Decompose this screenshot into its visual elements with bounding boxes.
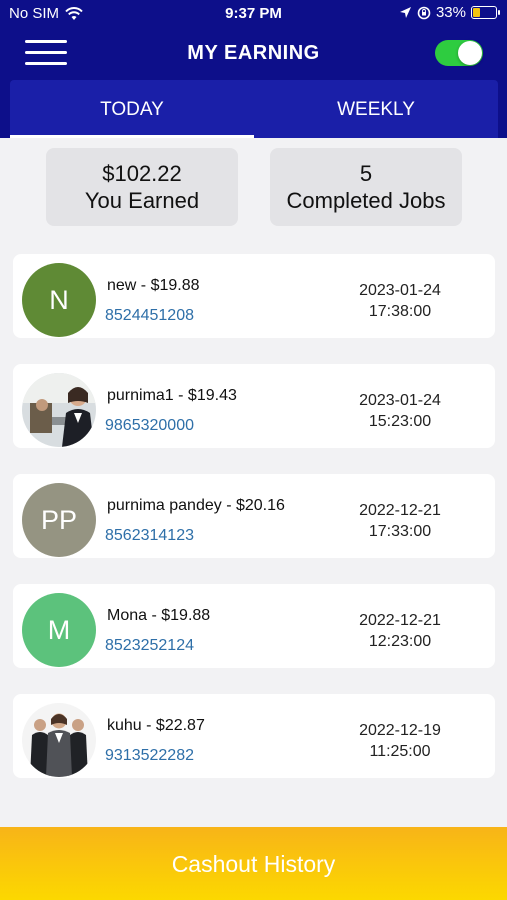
phone-link[interactable]: 8524451208 — [105, 307, 194, 325]
avatar: N — [22, 263, 96, 337]
job-card[interactable]: PP purnima pandey - $20.16 8562314123 20… — [13, 474, 495, 558]
job-title: Mona - $19.88 — [107, 607, 211, 624]
battery-percent: 33% — [435, 4, 466, 21]
phone-link[interactable]: 8562314123 — [105, 527, 194, 545]
job-title: purnima pandey - $20.16 — [107, 497, 285, 514]
phone-link[interactable]: 8523252124 — [105, 637, 194, 655]
job-card[interactable]: M Mona - $19.88 8523252124 2022-12-21 12:… — [13, 584, 495, 668]
status-bar: No SIM 9:37 PM 33% — [0, 0, 507, 28]
job-title: kuhu - $22.87 — [107, 717, 205, 734]
tab-today[interactable]: TODAY — [10, 80, 254, 138]
jobs-list: N new - $19.88 8524451208 2023-01-24 17:3… — [13, 254, 495, 804]
earnings-summary: $102.22 You Earned 5 Completed Jobs — [0, 148, 507, 228]
job-datetime: 2023-01-24 15:23:00 — [359, 392, 441, 430]
phone-link[interactable]: 9865320000 — [105, 417, 194, 435]
job-card[interactable]: kuhu - $22.87 9313522282 2022-12-19 11:25… — [13, 694, 495, 778]
job-card[interactable]: N new - $19.88 8524451208 2023-01-24 17:3… — [13, 254, 495, 338]
avatar: M — [22, 593, 96, 667]
avatar: PP — [22, 483, 96, 557]
avatar — [22, 373, 96, 447]
earned-amount: $102.22 — [102, 161, 182, 186]
jobs-label: Completed Jobs — [286, 188, 446, 213]
app-header: MY EARNING — [0, 30, 507, 76]
top-bar: No SIM 9:37 PM 33% MY EARNING TODAY WEEK… — [0, 0, 507, 138]
jobs-count: 5 — [359, 161, 373, 186]
page-title: MY EARNING — [187, 42, 320, 64]
profile-photo — [22, 703, 96, 777]
avatar — [22, 703, 96, 777]
jobs-card: 5 Completed Jobs — [270, 148, 462, 226]
job-title: purnima1 - $19.43 — [107, 387, 237, 404]
earning-tabs: TODAY WEEKLY — [10, 80, 498, 138]
tab-weekly[interactable]: WEEKLY — [254, 80, 498, 138]
profile-photo — [22, 373, 96, 447]
job-datetime: 2022-12-21 12:23:00 — [359, 612, 441, 650]
cashout-history-button[interactable]: Cashout History — [0, 827, 507, 900]
job-datetime: 2023-01-24 17:38:00 — [359, 282, 441, 320]
phone-link[interactable]: 9313522282 — [105, 747, 194, 765]
earned-card: $102.22 You Earned — [46, 148, 238, 226]
job-datetime: 2022-12-21 17:33:00 — [359, 502, 441, 540]
orientation-lock-icon — [417, 6, 431, 19]
location-icon — [399, 7, 411, 18]
earned-label: You Earned — [84, 188, 200, 213]
job-card[interactable]: purnima1 - $19.43 9865320000 2023-01-24 1… — [13, 364, 495, 448]
battery-icon — [471, 6, 500, 19]
job-datetime: 2022-12-19 11:25:00 — [359, 722, 441, 760]
job-title: new - $19.88 — [107, 277, 200, 294]
online-toggle[interactable] — [435, 40, 483, 66]
